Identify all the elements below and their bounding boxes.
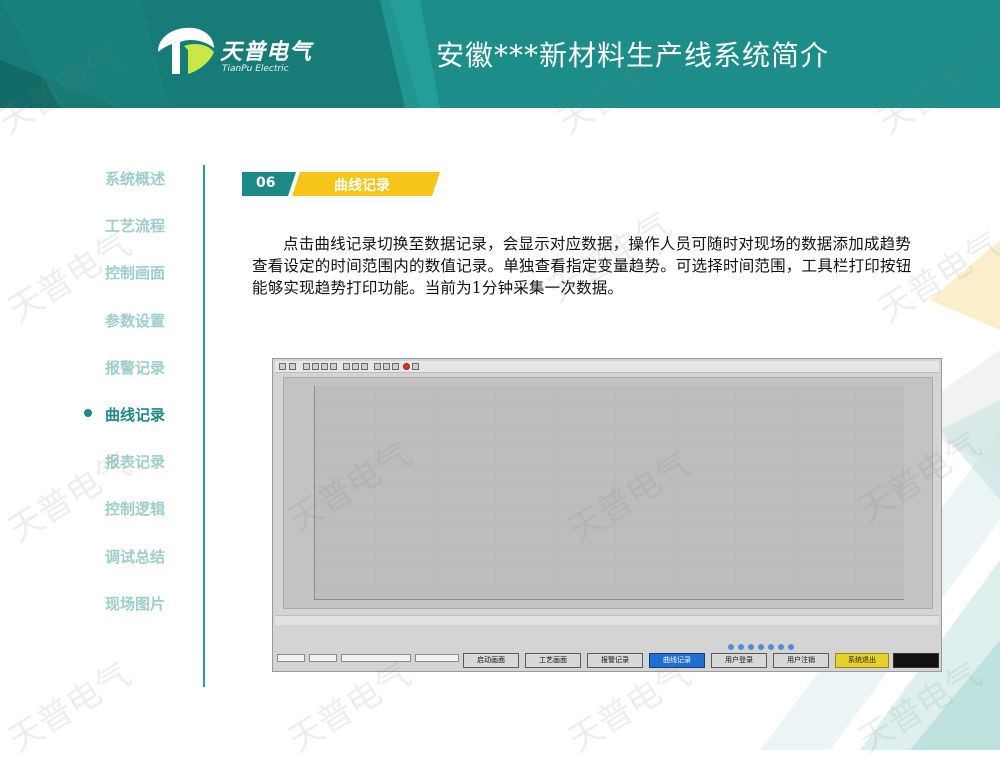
- nav-item-alarm-records[interactable]: 报警记录: [105, 357, 165, 378]
- section-badge: 06 曲线记录: [242, 172, 440, 196]
- config-icon[interactable]: [289, 363, 296, 370]
- time-range-icon[interactable]: [392, 363, 399, 370]
- hmi-alarm-button[interactable]: 报警记录: [587, 653, 643, 668]
- hmi-exit-button[interactable]: 系统退出: [835, 653, 889, 668]
- logo-mark-icon: [158, 27, 214, 74]
- stop-icon[interactable]: [403, 363, 410, 370]
- nav-item-process[interactable]: 工艺流程: [105, 215, 165, 236]
- hmi-logout-button[interactable]: 用户注销: [773, 653, 829, 668]
- logo-subtitle: TianPu Electric: [222, 64, 289, 74]
- tray-icon: [758, 644, 764, 650]
- nav-item-control-logic[interactable]: 控制逻辑: [105, 498, 165, 519]
- nav-item-overview[interactable]: 系统概述: [105, 168, 165, 189]
- hmi-process-screen-button[interactable]: 工艺画面: [525, 653, 581, 668]
- status-field: [277, 654, 305, 662]
- nav-item-curve-records[interactable]: 曲线记录: [105, 404, 165, 425]
- status-field: [341, 654, 411, 662]
- next-icon[interactable]: [321, 363, 328, 370]
- tray-icon: [768, 644, 774, 650]
- trend-toolbar: [275, 361, 939, 373]
- trend-grid: [315, 386, 905, 600]
- nav-item-site-photos[interactable]: 现场图片: [105, 593, 165, 614]
- prev-icon[interactable]: [312, 363, 319, 370]
- zoom-out-icon[interactable]: [352, 363, 359, 370]
- nav-item-control-screen[interactable]: 控制画面: [105, 262, 165, 283]
- nav-item-parameters[interactable]: 参数设置: [105, 310, 165, 331]
- sidebar-divider: [203, 165, 205, 687]
- tray-icon: [728, 644, 734, 650]
- first-page-icon[interactable]: [303, 363, 310, 370]
- trend-plot-canvas: [314, 386, 905, 600]
- company-logo: 天普电气 TianPu Electric: [150, 22, 340, 82]
- hmi-trend-button[interactable]: 曲线记录: [649, 653, 705, 668]
- hmi-login-button[interactable]: 用户登录: [711, 653, 767, 668]
- logo-brand: 天普电气: [220, 40, 313, 65]
- tray-icon: [788, 644, 794, 650]
- hmi-black-panel: [893, 653, 939, 668]
- hmi-bottom-nav: 启动画面 工艺画面 报警记录 曲线记录 用户登录 用户注销 系统退出: [273, 644, 941, 669]
- nav-item-debug-summary[interactable]: 调试总结: [105, 546, 165, 567]
- active-indicator-dot: [84, 409, 92, 417]
- watermark: 天普电气: [1, 654, 139, 761]
- hmi-start-screen-button[interactable]: 启动画面: [463, 653, 519, 668]
- section-number: 06: [256, 175, 276, 191]
- select-icon[interactable]: [374, 363, 381, 370]
- move-icon[interactable]: [361, 363, 368, 370]
- nav-item-report-records[interactable]: 报表记录: [105, 451, 165, 472]
- status-field: [415, 654, 459, 662]
- print-icon[interactable]: [279, 363, 286, 370]
- trend-status-bar: [275, 615, 939, 625]
- ruler-icon[interactable]: [383, 363, 390, 370]
- status-field: [309, 654, 337, 662]
- last-page-icon[interactable]: [330, 363, 337, 370]
- trend-plot-area: [283, 377, 933, 609]
- tray-icon: [748, 644, 754, 650]
- description-paragraph: 点击曲线记录切换至数据记录，会显示对应数据，操作人员可随时对现场的数据添加成趋势…: [252, 235, 912, 297]
- hmi-trend-screenshot: 启动画面 工艺画面 报警记录 曲线记录 用户登录 用户注销 系统退出: [272, 358, 942, 672]
- page-title: 安徽***新材料生产线系统简介: [436, 39, 830, 72]
- header-banner: 天普电气 TianPu Electric 安徽***新材料生产线系统简介: [0, 0, 1000, 108]
- tray-icon: [738, 644, 744, 650]
- tray-icon: [778, 644, 784, 650]
- section-label: 曲线记录: [334, 178, 390, 194]
- refresh-icon[interactable]: [412, 363, 419, 370]
- zoom-in-icon[interactable]: [343, 363, 350, 370]
- tray-icons: [728, 644, 838, 652]
